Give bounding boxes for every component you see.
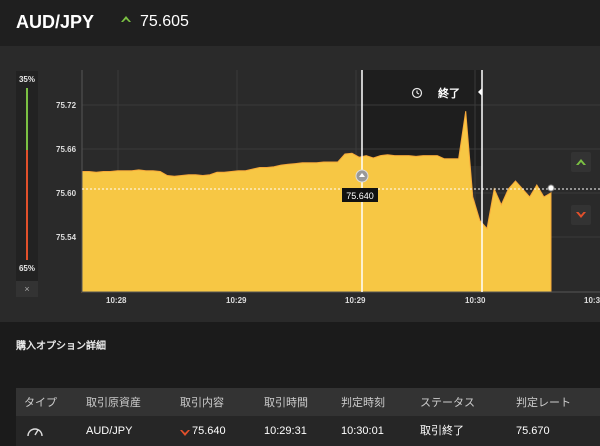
current-price-dot xyxy=(547,184,555,192)
judge-time-cell: 10:30:01 xyxy=(341,425,384,437)
trade-time-cell: 10:29:31 xyxy=(264,425,307,437)
y-tick-label: 75.60 xyxy=(56,189,77,198)
table-header: タイプ 取引原資産 取引内容 取引時間 判定時刻 ステータス 判定レート xyxy=(16,388,600,416)
status-cell: 取引終了 xyxy=(420,425,464,437)
y-tick-label: 75.54 xyxy=(56,233,77,242)
x-tick-label: 10:3 xyxy=(584,296,600,305)
up-arrow-icon xyxy=(121,16,131,22)
x-tick-label: 10:30 xyxy=(465,296,486,305)
rate-cell: 75.670 xyxy=(516,425,550,437)
price-chart: 75.640 終了 75.72 75.66 75.60 75.54 10:28 … xyxy=(56,70,600,305)
high-button[interactable] xyxy=(571,152,591,172)
column-header: ステータス xyxy=(420,397,475,409)
down-arrow-icon xyxy=(180,427,190,441)
up-arrow-icon xyxy=(576,159,586,165)
content-cell: 75.640 xyxy=(192,425,226,437)
low-button[interactable] xyxy=(571,205,591,225)
y-tick-label: 75.66 xyxy=(56,145,77,154)
x-tick-label: 10:28 xyxy=(106,296,127,305)
asset-pair: AUD/JPY xyxy=(16,12,95,32)
column-header: タイプ xyxy=(24,397,57,409)
end-label: 終了 xyxy=(438,86,460,100)
column-header: 判定時刻 xyxy=(341,397,385,409)
x-tick-label: 10:29 xyxy=(226,296,247,305)
down-arrow-icon xyxy=(576,212,586,218)
y-tick-label: 75.72 xyxy=(56,101,77,110)
entry-label: 75.640 xyxy=(346,191,374,201)
gauge-icon xyxy=(26,423,44,443)
table-row[interactable]: AUD/JPY 75.640 10:29:31 10:30:01 取引終了 75… xyxy=(16,416,600,446)
section-title: 購入オプション詳細 xyxy=(16,341,106,352)
x-tick-label: 10:29 xyxy=(345,296,366,305)
asset-cell: AUD/JPY xyxy=(86,425,133,437)
column-header: 判定レート xyxy=(516,397,571,409)
column-header: 取引内容 xyxy=(180,397,224,409)
column-header: 取引時間 xyxy=(264,397,308,409)
column-header: 取引原資産 xyxy=(86,397,141,409)
current-price: 75.605 xyxy=(140,13,189,30)
